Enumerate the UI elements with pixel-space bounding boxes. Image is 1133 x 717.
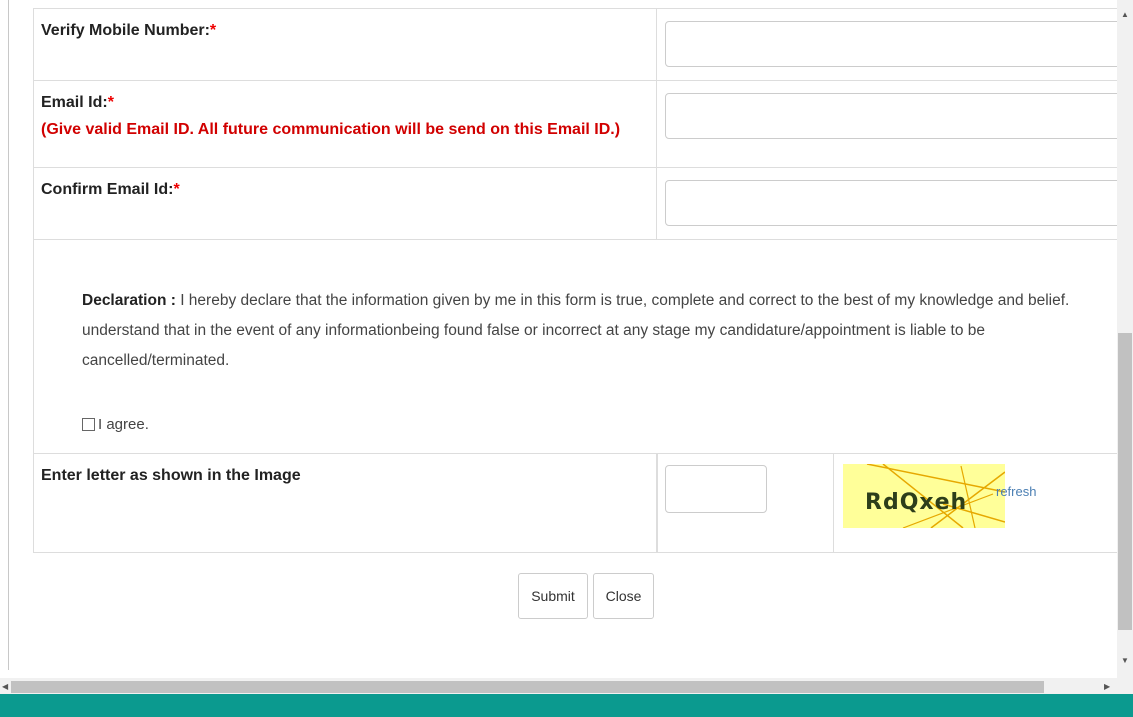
captcha-label-cell: Enter letter as shown in the Image xyxy=(34,454,657,552)
agree-option[interactable]: I agree. xyxy=(82,416,149,433)
agree-label: I agree. xyxy=(98,416,149,433)
scroll-down-icon[interactable]: ▼ xyxy=(1121,656,1129,665)
required-mark: * xyxy=(107,94,114,111)
declaration-text: I hereby declare that the information gi… xyxy=(82,292,1070,369)
captcha-image: RdQxeh xyxy=(843,464,1005,528)
row-verify-mobile: Verify Mobile Number:* xyxy=(33,9,1117,81)
row-confirm-email: Confirm Email Id:* xyxy=(33,168,1117,240)
confirm-email-input[interactable] xyxy=(665,180,1117,226)
email-label: Email Id: xyxy=(41,94,108,111)
verify-mobile-input[interactable] xyxy=(665,21,1117,67)
captcha-label: Enter letter as shown in the Image xyxy=(41,467,301,484)
declaration-heading: Declaration : xyxy=(82,292,176,309)
horizontal-scrollbar-thumb[interactable] xyxy=(11,681,1044,693)
row-email: Email Id:* (Give valid Email ID. All fut… xyxy=(33,81,1117,168)
email-input[interactable] xyxy=(665,93,1117,139)
email-note: (Give valid Email ID. All future communi… xyxy=(41,121,621,138)
form-viewport: Verify Mobile Number:* Email Id:* (Give … xyxy=(0,0,1117,678)
scroll-left-icon[interactable]: ◀ xyxy=(2,682,8,691)
agree-checkbox[interactable] xyxy=(82,418,95,431)
vertical-scrollbar-thumb[interactable] xyxy=(1118,333,1132,630)
declaration-section: Declaration : I hereby declare that the … xyxy=(33,240,1117,454)
close-button[interactable]: Close xyxy=(593,573,654,619)
row-captcha: Enter letter as shown in the Image RdQxe… xyxy=(33,454,1117,553)
required-mark: * xyxy=(173,181,180,198)
captcha-input[interactable] xyxy=(665,465,767,513)
captcha-refresh-link[interactable]: refresh xyxy=(996,484,1036,499)
email-label-cell: Email Id:* (Give valid Email ID. All fut… xyxy=(34,81,657,167)
confirm-email-label: Confirm Email Id: xyxy=(41,181,174,198)
captcha-text: RdQxeh xyxy=(865,490,968,515)
scroll-right-icon[interactable]: ▶ xyxy=(1104,682,1110,691)
footer-bar xyxy=(0,694,1133,717)
required-mark: * xyxy=(209,22,217,39)
scroll-up-icon[interactable]: ▲ xyxy=(1121,10,1129,19)
verify-mobile-label-cell: Verify Mobile Number:* xyxy=(34,9,657,80)
declaration-text-block: Declaration : I hereby declare that the … xyxy=(82,286,1117,376)
submit-button[interactable]: Submit xyxy=(518,573,588,619)
confirm-email-label-cell: Confirm Email Id:* xyxy=(34,168,657,239)
panel-left-border xyxy=(8,0,9,670)
registration-form: Verify Mobile Number:* Email Id:* (Give … xyxy=(33,8,1117,553)
verify-mobile-label: Verify Mobile Number: xyxy=(41,22,210,39)
